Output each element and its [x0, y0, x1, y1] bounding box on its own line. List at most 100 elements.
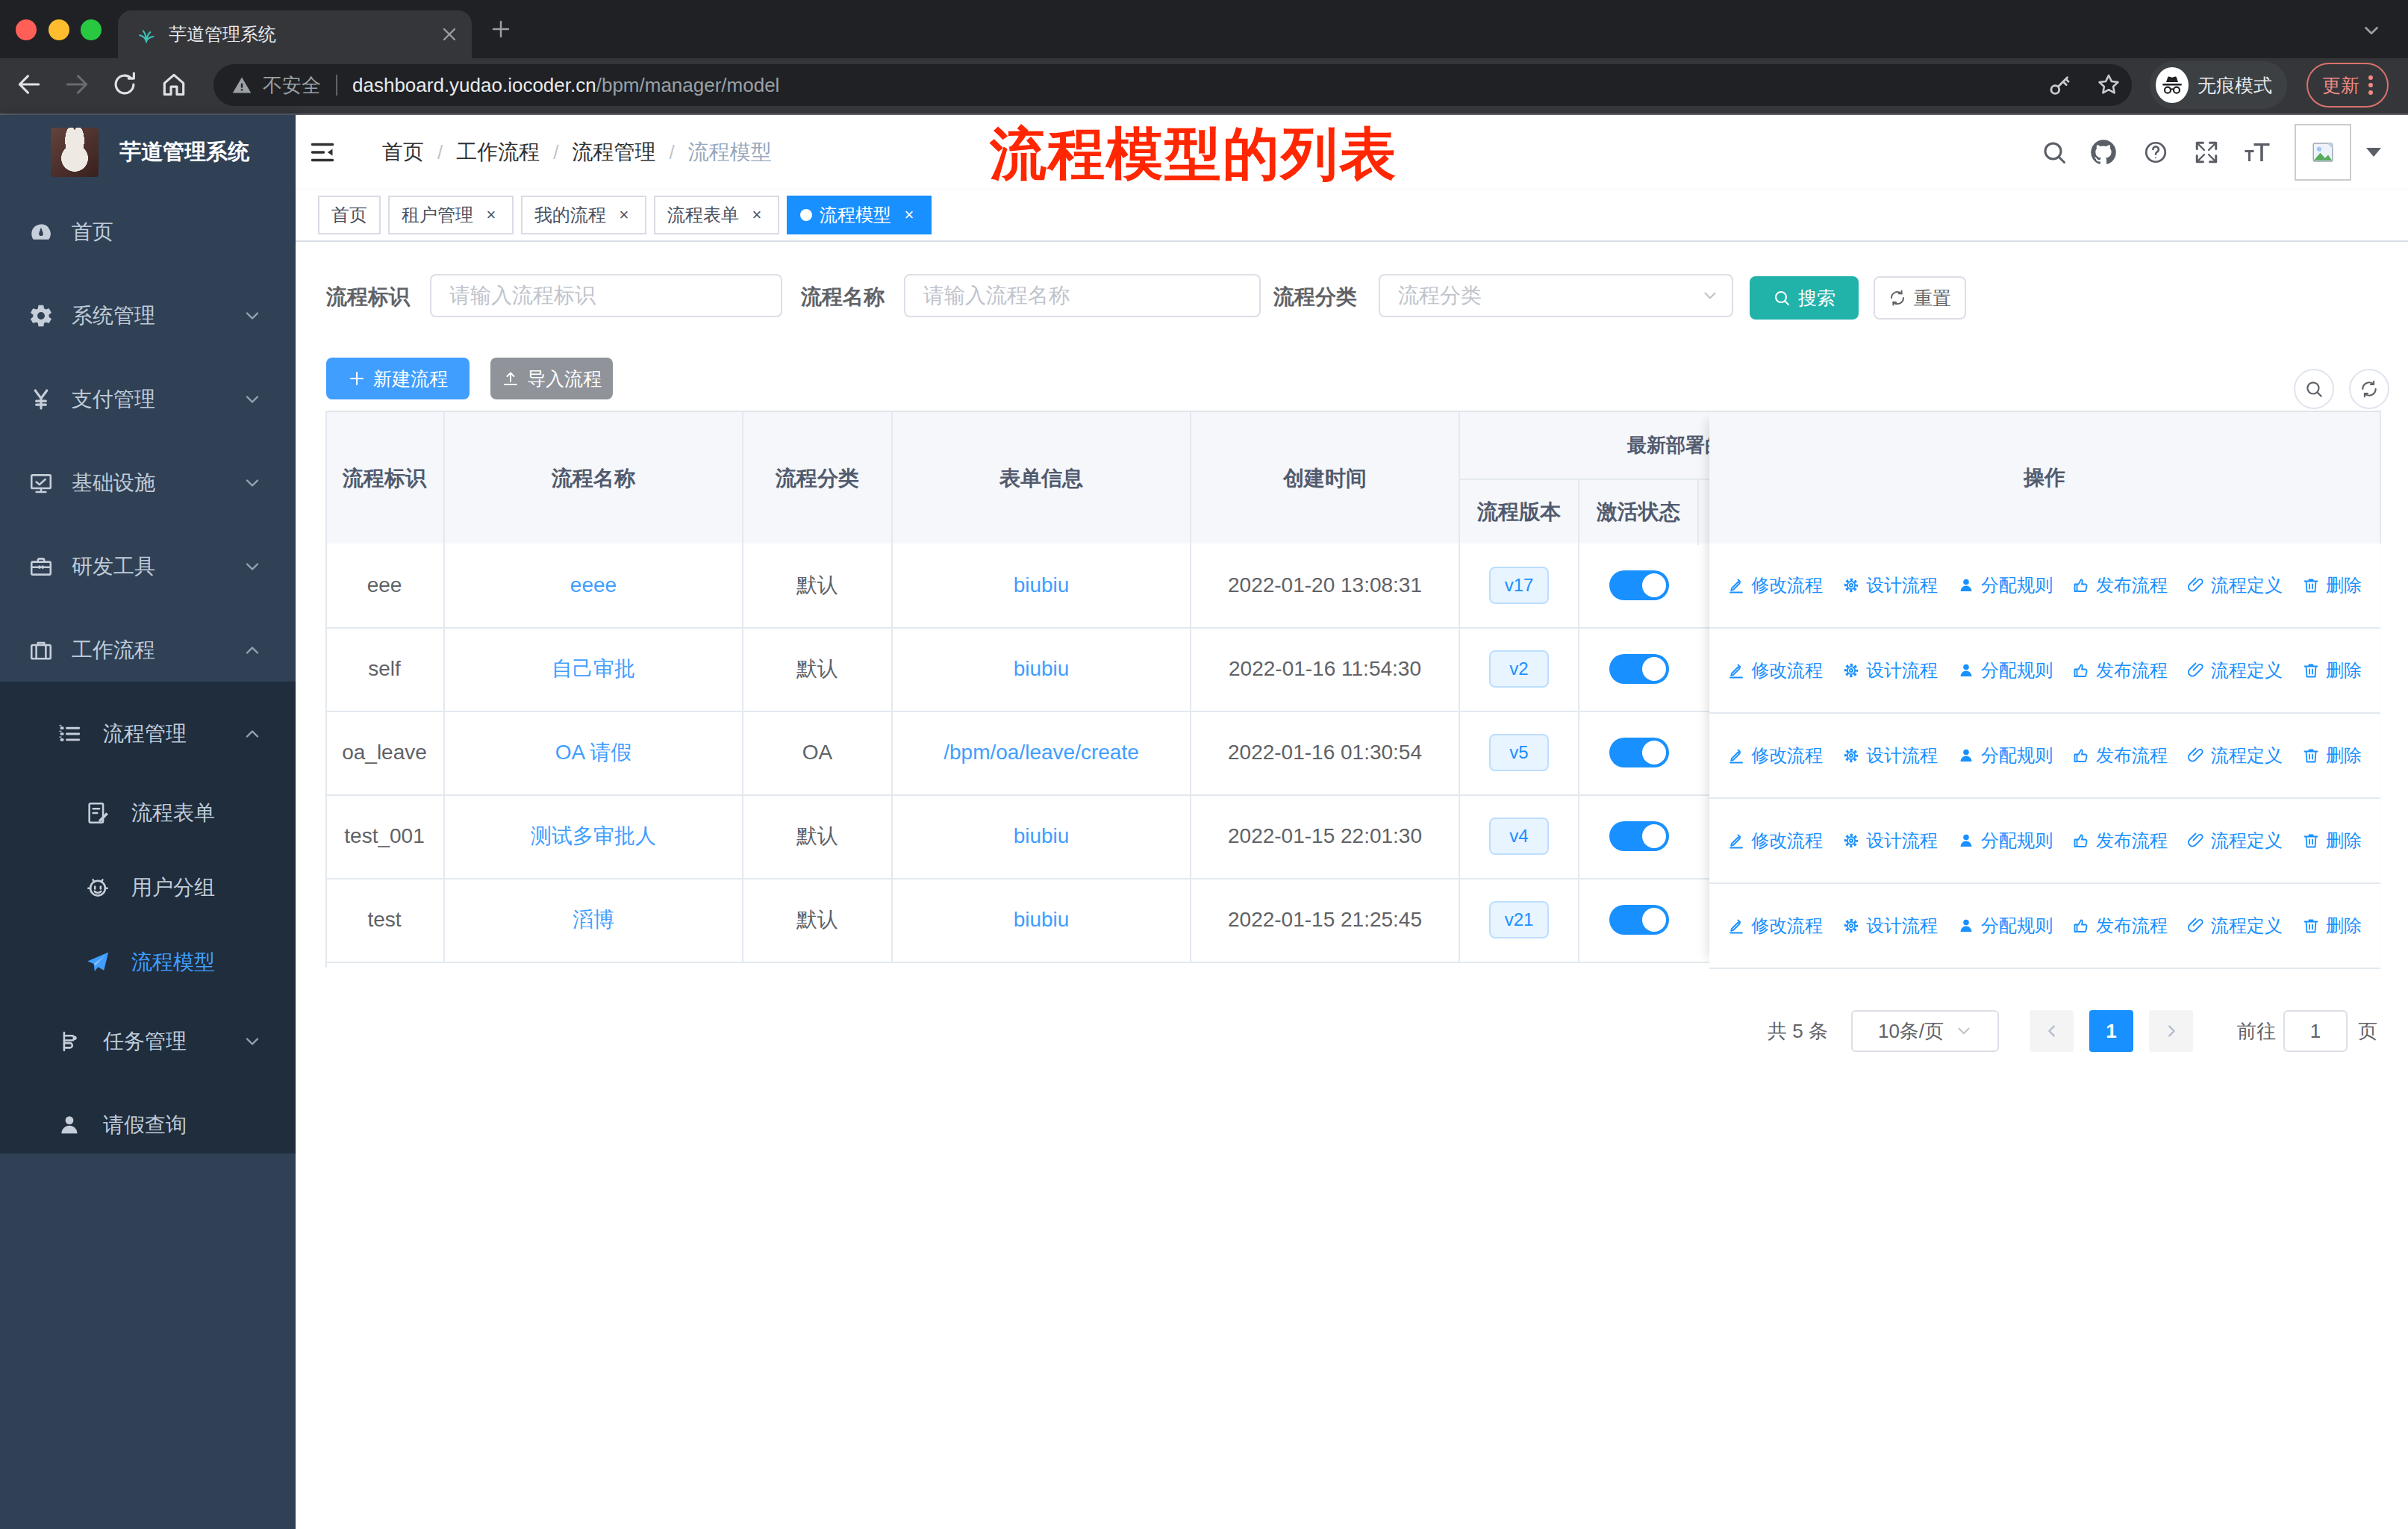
tag-close-icon[interactable]: ×: [482, 206, 500, 224]
sidebar-item-task-manage[interactable]: 任务管理: [0, 1000, 296, 1083]
help-icon[interactable]: [2142, 139, 2169, 166]
breadcrumb-item[interactable]: 流程管理: [572, 138, 655, 166]
action-流程定义[interactable]: 流程定义: [2187, 573, 2283, 597]
forward-button[interactable]: [63, 70, 91, 99]
action-分配规则[interactable]: 分配规则: [1957, 573, 2053, 597]
action-流程定义[interactable]: 流程定义: [2187, 914, 2283, 938]
active-toggle[interactable]: [1609, 654, 1669, 684]
sidebar-item-bpm-model[interactable]: 流程模型: [0, 925, 296, 1000]
form-link[interactable]: biubiu: [1014, 908, 1070, 932]
model-name-link[interactable]: OA 请假: [555, 738, 632, 767]
breadcrumb-item[interactable]: 首页: [382, 138, 424, 166]
sidebar-item-system[interactable]: 系统管理: [0, 274, 296, 358]
action-流程定义[interactable]: 流程定义: [2187, 744, 2283, 767]
sidebar-item-bpm-manage[interactable]: 流程管理: [0, 692, 296, 776]
avatar[interactable]: [2295, 124, 2351, 181]
browser-menu-dots-icon[interactable]: [2368, 75, 2373, 95]
pagination-page-input[interactable]: 1: [2283, 1010, 2348, 1052]
reset-button[interactable]: 重置: [1874, 276, 1966, 320]
model-name-link[interactable]: 自己审批: [552, 655, 635, 683]
sidebar-item-devtool[interactable]: 研发工具: [0, 525, 296, 608]
tag-close-icon[interactable]: ×: [900, 206, 918, 224]
form-link[interactable]: biubiu: [1014, 657, 1070, 681]
filter-id-input[interactable]: 请输入流程标识: [430, 274, 782, 317]
filter-category-select[interactable]: 流程分类: [1379, 274, 1733, 317]
action-修改流程[interactable]: 修改流程: [1727, 658, 1823, 682]
header-search-icon[interactable]: [2041, 139, 2068, 166]
font-size-icon[interactable]: [2242, 139, 2272, 166]
action-分配规则[interactable]: 分配规则: [1957, 829, 2053, 853]
action-发布流程[interactable]: 发布流程: [2072, 829, 2168, 853]
action-分配规则[interactable]: 分配规则: [1957, 914, 2053, 938]
action-发布流程[interactable]: 发布流程: [2072, 573, 2168, 597]
next-page-button[interactable]: [2149, 1010, 2193, 1052]
action-发布流程[interactable]: 发布流程: [2072, 658, 2168, 682]
page-tag-流程表单[interactable]: 流程表单×: [654, 196, 779, 234]
breadcrumb-item[interactable]: 工作流程: [456, 138, 540, 166]
model-name-link[interactable]: 测试多审批人: [531, 822, 656, 850]
action-修改流程[interactable]: 修改流程: [1727, 573, 1823, 597]
action-分配规则[interactable]: 分配规则: [1957, 744, 2053, 767]
sidebar-item-payment[interactable]: 支付管理: [0, 358, 296, 441]
page-tag-我的流程[interactable]: 我的流程×: [521, 196, 646, 234]
key-icon[interactable]: [2047, 73, 2072, 99]
browser-tab[interactable]: 芋道管理系统: [118, 10, 472, 58]
github-icon[interactable]: [2090, 139, 2117, 166]
filter-name-input[interactable]: 请输入流程名称: [904, 274, 1261, 317]
refresh-table-button[interactable]: [2349, 369, 2389, 409]
back-button[interactable]: [15, 70, 43, 99]
new-tab-button[interactable]: [490, 18, 512, 40]
address-bar[interactable]: 不安全 dashboard.yudao.iocoder.cn/bpm/manag…: [213, 64, 2132, 106]
action-修改流程[interactable]: 修改流程: [1727, 744, 1823, 767]
action-删除[interactable]: 删除: [2302, 658, 2362, 682]
form-link[interactable]: biubiu: [1014, 573, 1070, 597]
form-link[interactable]: biubiu: [1014, 824, 1070, 848]
prev-page-button[interactable]: [2030, 1010, 2074, 1052]
page-tag-租户管理[interactable]: 租户管理×: [388, 196, 514, 234]
sidebar-item-home[interactable]: 首页: [0, 190, 296, 274]
active-toggle[interactable]: [1609, 821, 1669, 851]
page-tag-首页[interactable]: 首页: [318, 196, 381, 234]
form-link[interactable]: /bpm/oa/leave/create: [943, 741, 1139, 764]
avatar-caret-icon[interactable]: [2366, 148, 2381, 164]
sidebar-item-leave-query[interactable]: 请假查询: [0, 1083, 296, 1167]
action-发布流程[interactable]: 发布流程: [2072, 914, 2168, 938]
model-name-link[interactable]: eeee: [570, 573, 617, 597]
sidebar-item-workflow[interactable]: 工作流程: [0, 608, 296, 692]
action-修改流程[interactable]: 修改流程: [1727, 914, 1823, 938]
action-发布流程[interactable]: 发布流程: [2072, 744, 2168, 767]
active-toggle[interactable]: [1609, 738, 1669, 767]
bookmark-star-icon[interactable]: [2096, 72, 2121, 97]
page-tag-流程模型[interactable]: 流程模型×: [787, 196, 932, 234]
fullscreen-icon[interactable]: [2193, 139, 2220, 166]
reload-button[interactable]: [110, 70, 139, 99]
active-toggle[interactable]: [1609, 570, 1669, 600]
action-删除[interactable]: 删除: [2302, 829, 2362, 853]
action-修改流程[interactable]: 修改流程: [1727, 829, 1823, 853]
action-流程定义[interactable]: 流程定义: [2187, 658, 2283, 682]
tab-close-icon[interactable]: [439, 24, 460, 45]
update-button[interactable]: 更新: [2306, 63, 2389, 108]
action-删除[interactable]: 删除: [2302, 744, 2362, 767]
action-删除[interactable]: 删除: [2302, 914, 2362, 938]
import-model-button[interactable]: 导入流程: [490, 358, 613, 399]
active-toggle[interactable]: [1609, 905, 1669, 935]
show-search-toggle-button[interactable]: [2294, 369, 2334, 409]
home-button[interactable]: [160, 70, 188, 99]
traffic-zoom-button[interactable]: [81, 19, 102, 40]
model-name-link[interactable]: 滔博: [573, 906, 614, 934]
sidebar-item-bpm-form[interactable]: 流程表单: [0, 776, 296, 850]
tab-search-chevron-icon[interactable]: [2362, 21, 2381, 40]
tag-close-icon[interactable]: ×: [748, 206, 766, 224]
tag-close-icon[interactable]: ×: [615, 206, 633, 224]
action-分配规则[interactable]: 分配规则: [1957, 658, 2053, 682]
sidebar-item-user-group[interactable]: 用户分组: [0, 850, 296, 925]
page-size-select[interactable]: 10条/页: [1851, 1010, 1999, 1052]
traffic-close-button[interactable]: [16, 19, 37, 40]
action-设计流程[interactable]: 设计流程: [1842, 829, 1938, 853]
create-model-button[interactable]: 新建流程: [326, 358, 470, 399]
search-button[interactable]: 搜索: [1750, 276, 1859, 320]
sidebar-collapse-button[interactable]: [309, 139, 336, 166]
traffic-minimize-button[interactable]: [49, 19, 69, 40]
action-设计流程[interactable]: 设计流程: [1842, 914, 1938, 938]
